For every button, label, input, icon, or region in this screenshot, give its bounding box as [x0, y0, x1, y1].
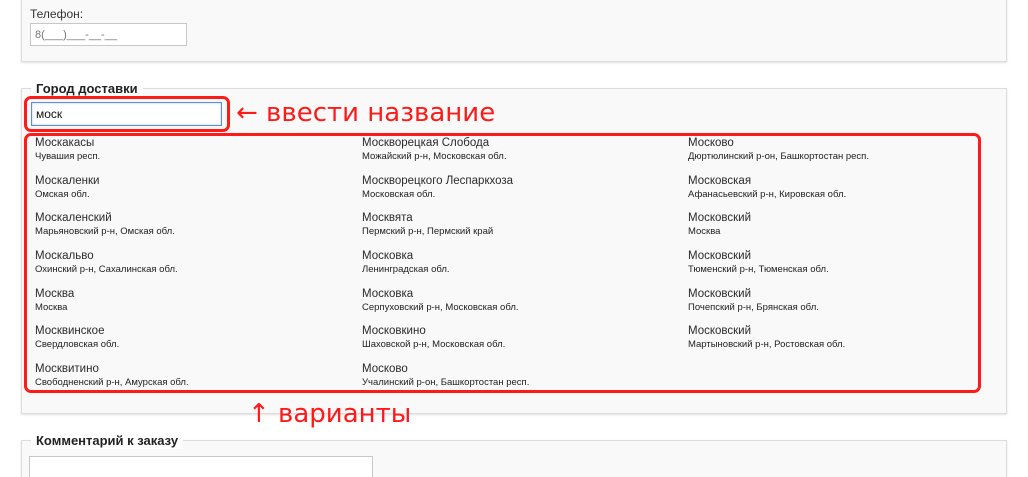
phone-label: Телефон:: [30, 7, 84, 21]
order-comment-legend: Комментарий к заказу: [31, 433, 184, 449]
options-highlight-frame: [24, 133, 981, 393]
order-comment-textarea[interactable]: [29, 456, 373, 477]
input-hint-annotation: ← ввести название: [236, 98, 496, 128]
options-hint-annotation: ↑ варианты: [248, 399, 412, 429]
input-highlight-frame: [24, 96, 230, 132]
delivery-city-legend: Город доставки: [31, 81, 143, 97]
phone-input[interactable]: [30, 23, 187, 46]
